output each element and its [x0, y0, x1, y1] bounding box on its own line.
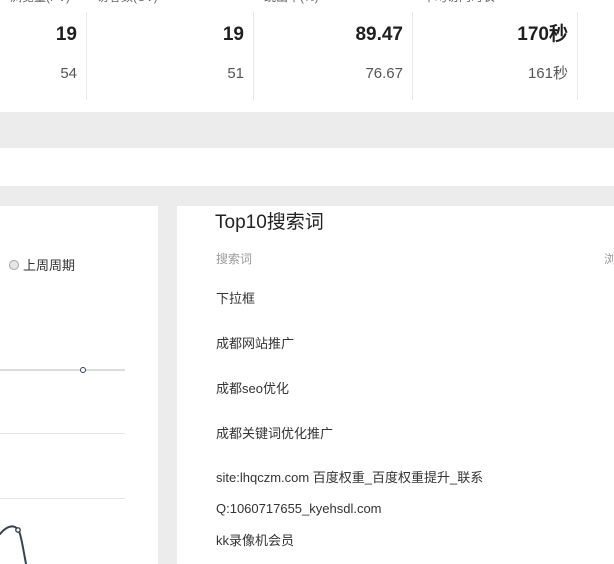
column-divider	[86, 12, 87, 100]
search-term-row[interactable]: 成都关键词优化推广	[216, 418, 333, 449]
search-term-row[interactable]: kk录像机会员	[216, 525, 294, 556]
spacer-band	[0, 112, 614, 148]
data-point-marker	[80, 367, 86, 373]
metric-value-bounce-rate: 89.47	[355, 22, 403, 48]
metric-card-pageviews[interactable]: 浏览量(PV) 19 54	[0, 0, 87, 112]
metric-compare-bounce-rate: 76.67	[365, 64, 403, 84]
search-term-row[interactable]: 成都网站推广	[216, 328, 294, 359]
search-term-row[interactable]: site:lhqczm.com 百度权重_百度权重提升_联系 Q:1060717…	[216, 462, 596, 524]
chart-gridline	[0, 433, 125, 434]
search-term-row[interactable]: 下拉框	[216, 283, 255, 314]
metric-value-avg-duration: 170秒	[517, 22, 568, 48]
comparison-series-line	[0, 369, 125, 371]
last-week-radio-label: 上周周期	[23, 258, 75, 274]
column-divider	[577, 12, 578, 100]
trend-chart-panel: 上周周期	[0, 206, 158, 564]
radio-circle-icon	[9, 260, 19, 270]
metric-compare-pageviews: 54	[60, 64, 77, 84]
metric-header-bounce-rate: 跳出率(%)	[264, 0, 319, 3]
chart-gridline	[0, 498, 125, 499]
column-divider	[253, 12, 254, 100]
metric-compare-visitors: 51	[227, 64, 244, 84]
metric-value-pageviews: 19	[56, 22, 77, 48]
top-search-title: Top10搜索词	[215, 210, 324, 236]
metric-card-bounce-rate[interactable]: 跳出率(%) 89.47 76.67	[254, 0, 413, 112]
panel-gutter	[158, 206, 177, 564]
metric-value-visitors: 19	[223, 22, 244, 48]
trend-series-line	[0, 515, 40, 564]
metric-card-visitors[interactable]: 访客数(UV) 19 51	[87, 0, 254, 112]
metric-header-pageviews: 浏览量(PV)	[10, 0, 70, 3]
column-divider	[412, 12, 413, 100]
metric-header-avg-duration: 平均访问时长	[423, 0, 495, 3]
search-term-row[interactable]: 成都seo优化	[216, 373, 289, 404]
search-term-column-header: 搜索词	[216, 250, 252, 268]
metric-header-visitors: 访客数(UV)	[97, 0, 158, 3]
spacer-band	[0, 186, 614, 206]
stats-section: 浏览量(PV) 19 54 访客数(UV) 19 51 跳出率(%) 89.47…	[0, 0, 614, 112]
metric-compare-avg-duration: 161秒	[528, 64, 568, 84]
pageviews-column-header: 浏览量	[604, 250, 614, 268]
peak-point-marker	[16, 528, 20, 532]
metric-card-avg-duration[interactable]: 平均访问时长 170秒 161秒	[413, 0, 578, 112]
